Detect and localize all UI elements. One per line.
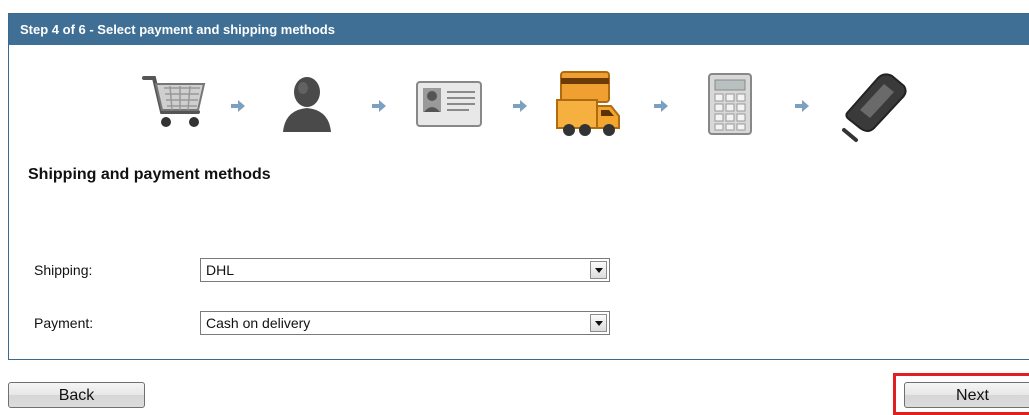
back-button[interactable]: Back bbox=[8, 382, 145, 408]
checkout-panel: Step 4 of 6 - Select payment and shippin… bbox=[8, 13, 1029, 360]
step-arrow-icon bbox=[654, 99, 668, 112]
shipping-select-value: DHL bbox=[206, 262, 235, 278]
address-card-icon bbox=[409, 66, 489, 146]
checkout-steps bbox=[9, 66, 1029, 146]
shipping-label: Shipping: bbox=[34, 262, 93, 278]
section-title: Shipping and payment methods bbox=[28, 166, 271, 183]
chevron-down-icon[interactable] bbox=[590, 314, 607, 332]
payment-select[interactable]: Cash on delivery bbox=[200, 311, 610, 335]
next-button[interactable]: Next bbox=[904, 382, 1029, 408]
payment-label: Payment: bbox=[34, 315, 94, 331]
step-arrow-icon bbox=[795, 99, 809, 112]
panel-header-title: Step 4 of 6 - Select payment and shippin… bbox=[9, 14, 1029, 45]
cart-icon bbox=[134, 66, 214, 146]
payment-select-value: Cash on delivery bbox=[206, 315, 311, 331]
shipping-truck-icon bbox=[549, 66, 629, 146]
calculator-icon bbox=[691, 66, 771, 146]
chevron-down-icon[interactable] bbox=[590, 261, 607, 279]
card-reader-icon bbox=[834, 66, 914, 146]
shipping-select[interactable]: DHL bbox=[200, 258, 610, 282]
step-arrow-icon bbox=[231, 99, 245, 112]
step-arrow-icon bbox=[513, 99, 527, 112]
customer-icon bbox=[267, 66, 347, 146]
step-arrow-icon bbox=[372, 99, 386, 112]
